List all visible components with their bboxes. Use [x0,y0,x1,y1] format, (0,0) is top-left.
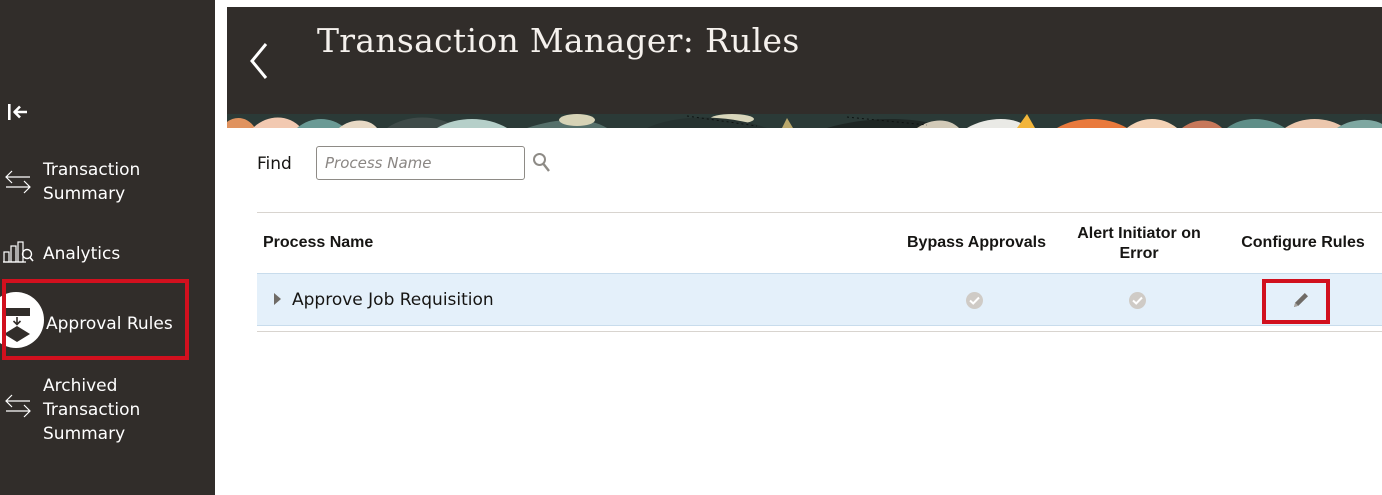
analytics-chart-icon [2,236,34,268]
divider [257,212,1382,213]
column-header-alert-initiator-on-error: Alert Initiator on Error [1077,225,1201,262]
sidebar-item-analytics[interactable]: Analytics [0,241,215,266]
divider [257,331,1382,332]
bypass-approvals-check-icon [966,292,983,309]
chevron-left-icon [250,43,268,79]
sidebar-item-label: Analytics [43,244,121,264]
alert-initiator-check-icon [1129,292,1146,309]
swap-arrows-icon [2,166,34,198]
collapse-sidebar-icon[interactable] [6,100,30,124]
highlight-box-approval-rules [2,279,189,360]
process-name-search-input[interactable] [316,146,525,180]
sidebar-item-transaction-summary[interactable]: Transaction Summary [0,158,215,206]
page-title: Transaction Manager: Rules [317,21,800,60]
expand-row-icon[interactable] [274,293,281,305]
sidebar-nav: Transaction Summary Analytics Approval R… [0,0,215,495]
column-header-process-name: Process Name [263,234,374,251]
column-header-bypass-approvals: Bypass Approvals [906,234,1046,251]
page-header: Transaction Manager: Rules [227,7,1382,128]
column-header-configure-rules: Configure Rules [1241,234,1365,251]
back-button[interactable] [247,41,271,81]
sidebar-item-label: Archived Transaction Summary [43,376,141,444]
find-label: Find [257,154,292,174]
header-banner-illustration [227,114,1382,128]
highlight-box-configure-rules [1262,279,1330,324]
swap-arrows-icon [2,390,34,422]
process-name-cell: Approve Job Requisition [292,290,494,310]
sidebar-item-label: Transaction Summary [43,160,141,204]
search-icon [533,153,550,172]
search-button[interactable] [532,152,552,174]
sidebar-item-archived-transaction-summary[interactable]: Archived Transaction Summary [0,374,215,446]
